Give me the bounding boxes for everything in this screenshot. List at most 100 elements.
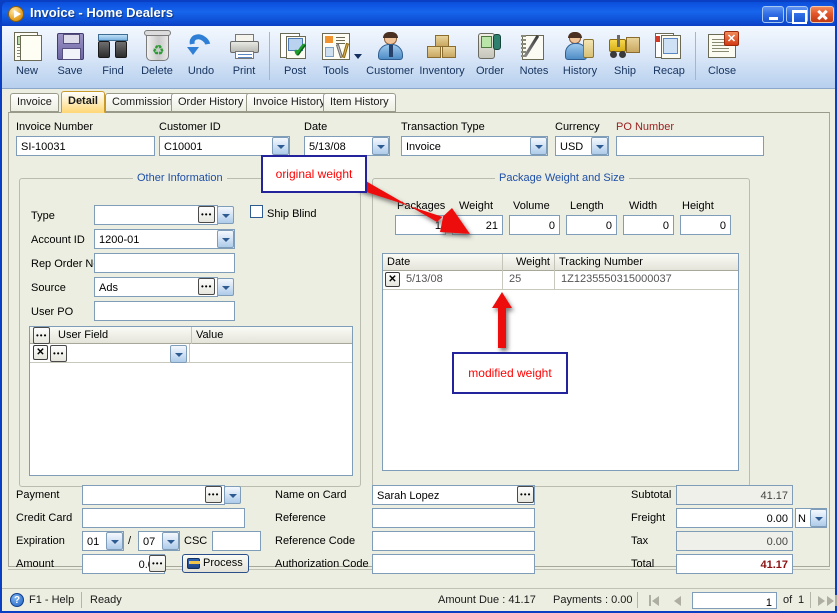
cell-weight[interactable]: 25 — [505, 271, 553, 289]
freight-input[interactable]: 0.00 — [676, 508, 793, 528]
payment-input[interactable] — [82, 485, 225, 505]
expiration-year-dropdown-icon[interactable] — [162, 532, 179, 550]
toolbar-button-post[interactable]: ✓ Post — [274, 28, 316, 86]
reference-code-input[interactable] — [372, 531, 535, 551]
user-field-dropdown-icon[interactable] — [170, 345, 187, 363]
toolbar-button-delete[interactable]: ♻ Delete — [135, 28, 179, 86]
process-button[interactable]: Process — [182, 554, 249, 573]
toolbar-button-notes[interactable]: Notes — [512, 28, 556, 86]
tab-commission[interactable]: Commission — [105, 93, 180, 112]
toolbar-button-inventory[interactable]: Inventory — [416, 28, 468, 86]
rep-order-no-input[interactable] — [94, 253, 235, 273]
payment-ellipsis-button[interactable] — [205, 486, 222, 503]
ship-blind-checkbox[interactable] — [250, 205, 263, 218]
name-on-card-input[interactable]: Sarah Lopez — [372, 485, 535, 505]
csc-input[interactable] — [212, 531, 261, 551]
cell-date[interactable]: 5/13/08 — [402, 271, 497, 289]
date-dropdown-icon[interactable] — [372, 137, 389, 155]
ship-forklift-icon — [608, 31, 642, 63]
record-number-input[interactable]: 1 — [692, 592, 777, 609]
account-id-input[interactable]: 1200-01 — [94, 229, 235, 249]
po-number-input[interactable] — [616, 136, 764, 156]
volume-input[interactable]: 0 — [509, 215, 560, 235]
toolbar-button-close[interactable]: ✕ Close — [700, 28, 744, 86]
freight-label: Freight — [631, 512, 666, 524]
tab-detail[interactable]: Detail — [61, 91, 105, 113]
width-input[interactable]: 0 — [623, 215, 674, 235]
credit-card-input[interactable] — [82, 508, 245, 528]
source-dropdown-icon[interactable] — [217, 278, 234, 296]
total-label: Total — [631, 558, 655, 570]
help-label[interactable]: F1 - Help — [29, 594, 74, 606]
help-question-icon[interactable]: ? — [10, 593, 24, 607]
toolbar-button-print[interactable]: Print — [223, 28, 265, 86]
tools-dropdown-arrow-icon[interactable] — [354, 54, 362, 59]
maximize-button[interactable] — [786, 6, 808, 24]
annotation-text: modified weight — [468, 366, 552, 380]
transaction-type-dropdown-icon[interactable] — [530, 137, 547, 155]
reference-code-label: Reference Code — [275, 535, 356, 547]
status-bar: ? F1 - Help Ready Amount Due : 41.17 Pay… — [2, 588, 837, 611]
ship-blind-label: Ship Blind — [267, 208, 317, 220]
currency-dropdown-icon[interactable] — [591, 137, 608, 155]
type-label: Type — [31, 210, 55, 222]
minimize-button[interactable] — [762, 6, 784, 23]
user-field-grid-row[interactable]: ✕ — [30, 344, 352, 363]
toolbar-button-ship[interactable]: Ship — [604, 28, 646, 86]
toolbar-label: Close — [707, 65, 737, 77]
user-field-grid-options-button[interactable] — [33, 327, 50, 344]
weight-input[interactable]: 21 — [452, 215, 503, 235]
toolbar-button-history[interactable]: History — [556, 28, 604, 86]
previous-record-button[interactable] — [670, 593, 685, 608]
toolbar-button-order[interactable]: Order — [468, 28, 512, 86]
first-record-button[interactable] — [647, 593, 662, 608]
toolbar-button-save[interactable]: Save — [49, 28, 91, 86]
tab-order-history[interactable]: Order History — [171, 93, 251, 112]
length-input[interactable]: 0 — [566, 215, 617, 235]
toolbar-button-undo[interactable]: Undo — [180, 28, 222, 86]
user-field-grid[interactable]: User Field Value ✕ — [29, 326, 353, 476]
expiration-label: Expiration — [16, 535, 65, 547]
tab-invoice-history[interactable]: Invoice History — [246, 93, 333, 112]
row-ellipsis-button[interactable] — [50, 345, 67, 362]
freight-taxable-dropdown-icon[interactable] — [810, 509, 827, 527]
height-label: Height — [682, 200, 714, 212]
source-ellipsis-button[interactable] — [198, 278, 215, 295]
account-id-label: Account ID — [31, 234, 85, 246]
tab-item-history[interactable]: Item History — [323, 93, 396, 112]
user-po-input[interactable] — [94, 301, 235, 321]
transaction-type-input[interactable]: Invoice — [401, 136, 548, 156]
type-dropdown-icon[interactable] — [217, 206, 234, 224]
toolbar-button-tools[interactable]: Tools — [315, 28, 357, 86]
binoculars-icon — [96, 31, 130, 63]
account-id-dropdown-icon[interactable] — [217, 230, 234, 248]
payment-dropdown-icon[interactable] — [224, 486, 241, 504]
toolbar-button-customer[interactable]: Customer — [364, 28, 416, 86]
customer-id-input[interactable]: C10001 — [159, 136, 290, 156]
cell-user-field[interactable] — [70, 344, 170, 362]
toolbar-label: Customer — [366, 65, 414, 77]
po-number-label: PO Number — [616, 121, 675, 133]
toolbar-button-recap[interactable]: Recap — [646, 28, 692, 86]
type-ellipsis-button[interactable] — [198, 206, 215, 223]
tab-invoice[interactable]: Invoice — [10, 93, 59, 112]
authorization-code-input[interactable] — [372, 554, 535, 574]
invoice-number-input[interactable]: SI-10031 — [16, 136, 155, 156]
delete-tracking-row-button[interactable]: ✕ — [385, 272, 400, 287]
cell-value[interactable] — [192, 344, 350, 362]
cell-tracking-number[interactable]: 1Z1235550315000037 — [557, 271, 737, 289]
amount-ellipsis-button[interactable] — [149, 555, 166, 572]
packages-input[interactable]: 1 — [395, 215, 446, 235]
reference-input[interactable] — [372, 508, 535, 528]
toolbar-label: History — [562, 65, 598, 77]
delete-row-button[interactable]: ✕ — [33, 345, 48, 360]
toolbar-button-new[interactable]: New — [6, 28, 48, 86]
tracking-grid-row[interactable]: ✕ 5/13/08 25 1Z1235550315000037 — [383, 271, 738, 290]
toolbar-button-find[interactable]: Find — [92, 28, 134, 86]
expiration-month-dropdown-icon[interactable] — [106, 532, 123, 550]
close-button[interactable] — [810, 6, 834, 23]
height-input[interactable]: 0 — [680, 215, 731, 235]
last-record-button[interactable] — [826, 593, 837, 608]
customer-id-dropdown-icon[interactable] — [272, 137, 289, 155]
name-on-card-ellipsis-button[interactable] — [517, 486, 534, 503]
